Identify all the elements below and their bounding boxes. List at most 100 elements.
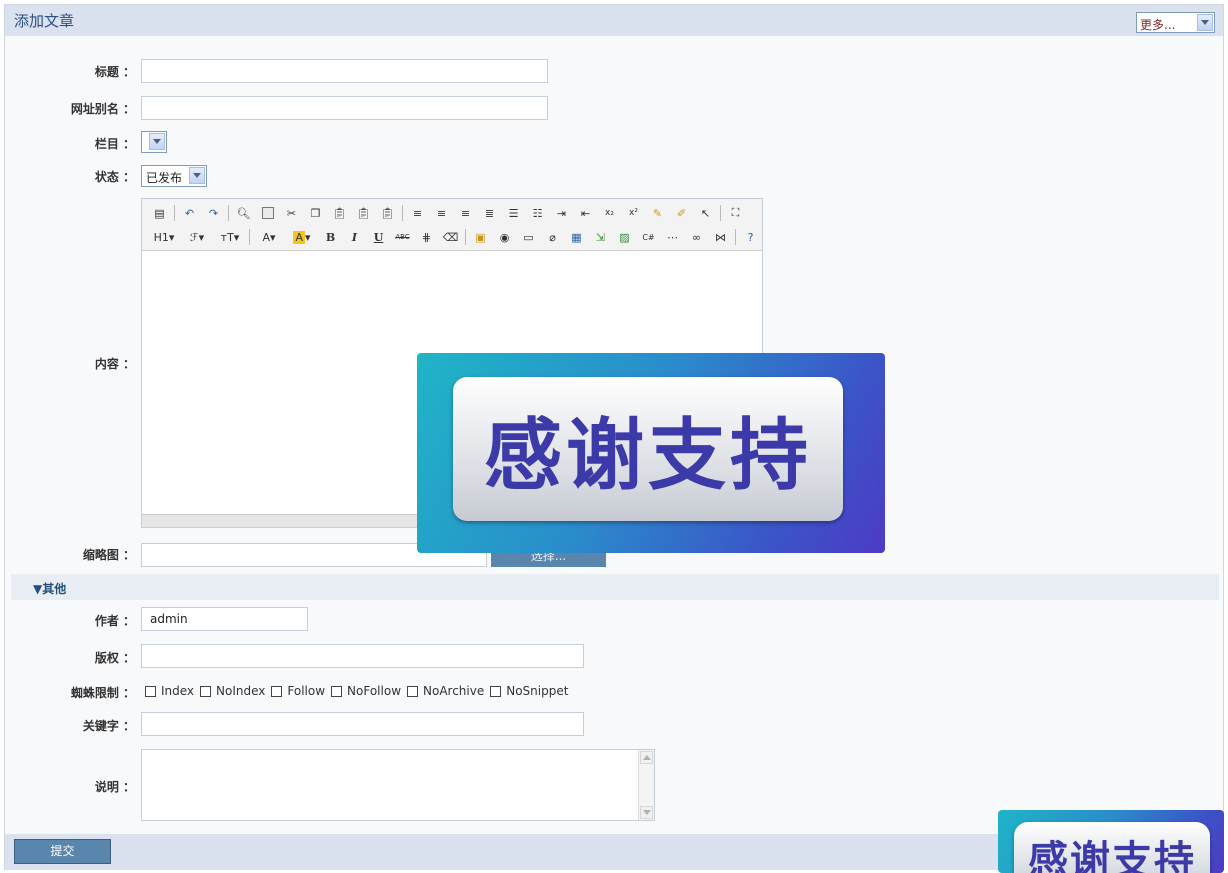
font-family-select[interactable]: ℱ ▾ bbox=[183, 228, 211, 246]
size-label: тT bbox=[220, 230, 234, 244]
checkbox[interactable] bbox=[490, 685, 502, 697]
textarea-scrollbar[interactable] bbox=[638, 750, 654, 820]
checkbox[interactable] bbox=[271, 685, 283, 697]
unordered-list-icon[interactable]: ☷ bbox=[528, 204, 547, 222]
outdent-icon[interactable]: ⇤ bbox=[576, 204, 595, 222]
checkbox[interactable] bbox=[407, 685, 419, 697]
content-label: 内容 ： bbox=[94, 357, 135, 371]
toolbar-row-2: H1 ▾ ℱ ▾ тT ▾ A ▾ A ▾ B I U ABC ⋕ ⌫ ▣ ◉ ▭ ⌀ ▦… bbox=[150, 226, 760, 248]
chevron-down-icon[interactable] bbox=[1197, 14, 1213, 31]
heading-select[interactable]: H1 ▾ bbox=[150, 228, 178, 246]
checkbox-label: NoSnippet bbox=[506, 684, 569, 698]
submit-button[interactable]: 提交 bbox=[14, 839, 111, 864]
insert-row-icon[interactable]: ⇲ bbox=[591, 228, 610, 246]
italic-button[interactable]: I bbox=[345, 228, 364, 246]
superscript-icon[interactable]: x² bbox=[624, 204, 643, 222]
font-color-button[interactable]: A ▾ bbox=[255, 228, 283, 246]
attachment-icon[interactable]: ⌀ bbox=[543, 228, 562, 246]
spider-option-index[interactable]: Index bbox=[145, 684, 194, 698]
bold-button[interactable]: B bbox=[321, 228, 340, 246]
paste-text-icon[interactable]: 📋︎ bbox=[354, 204, 373, 222]
ordered-list-icon[interactable]: ☰ bbox=[504, 204, 523, 222]
keywords-input[interactable] bbox=[141, 712, 584, 736]
eraser-icon[interactable]: ⌫ bbox=[441, 228, 460, 246]
page-title: 添加文章 bbox=[14, 12, 75, 30]
redo-icon[interactable]: ↷ bbox=[204, 204, 223, 222]
chevron-down-icon[interactable] bbox=[189, 167, 205, 184]
toolbar-separator bbox=[735, 229, 736, 245]
checkbox-label: NoArchive bbox=[423, 684, 485, 698]
spider-option-nofollow[interactable]: NoFollow bbox=[331, 684, 401, 698]
align-justify-icon[interactable]: ≣ bbox=[480, 204, 499, 222]
toolbar-separator bbox=[720, 205, 721, 221]
cursor-icon[interactable]: ↖ bbox=[696, 204, 715, 222]
align-left-icon[interactable]: ≡ bbox=[408, 204, 427, 222]
align-center-icon[interactable]: ≡ bbox=[432, 204, 451, 222]
status-select[interactable]: 已发布 bbox=[141, 165, 207, 187]
page-break-icon[interactable]: ⋯ bbox=[663, 228, 682, 246]
font-label: ℱ bbox=[189, 230, 199, 244]
horizontal-rule-icon[interactable]: ⋕ bbox=[417, 228, 436, 246]
spider-option-noindex[interactable]: NoIndex bbox=[200, 684, 265, 698]
fullscreen-icon[interactable]: ⛶ bbox=[726, 204, 745, 222]
support-banner-text: 感谢支持 bbox=[483, 411, 812, 501]
flash-icon[interactable]: ◉ bbox=[495, 228, 514, 246]
spider-options: Index NoIndex Follow NoFollow NoArchive … bbox=[145, 684, 574, 698]
scroll-up-icon[interactable] bbox=[640, 751, 653, 764]
help-icon[interactable]: ? bbox=[741, 228, 760, 246]
select-all-icon[interactable]: ✐ bbox=[672, 204, 691, 222]
more-select[interactable]: 更多... bbox=[1136, 12, 1215, 33]
strikethrough-button[interactable]: ABC bbox=[393, 228, 412, 246]
checkbox-label: NoIndex bbox=[216, 684, 266, 698]
image-icon[interactable]: ▣ bbox=[471, 228, 490, 246]
other-section-toggle[interactable]: ▼其他 bbox=[33, 580, 66, 597]
align-right-icon[interactable]: ≡ bbox=[456, 204, 475, 222]
spider-label: 蜘蛛限制 ： bbox=[70, 686, 135, 700]
link-icon[interactable]: ∞ bbox=[687, 228, 706, 246]
spider-option-nosnippet[interactable]: NoSnippet bbox=[490, 684, 568, 698]
spider-option-noarchive[interactable]: NoArchive bbox=[407, 684, 484, 698]
checkbox-label: Follow bbox=[287, 684, 326, 698]
checkbox[interactable] bbox=[145, 685, 156, 697]
spider-option-follow[interactable]: Follow bbox=[271, 684, 325, 698]
cut-icon[interactable]: ✂ bbox=[282, 204, 301, 222]
template-icon[interactable] bbox=[258, 204, 277, 222]
copyright-input[interactable] bbox=[141, 644, 584, 668]
page-header: 添加文章 更多... bbox=[5, 5, 1223, 36]
chevron-down-icon[interactable] bbox=[149, 133, 165, 150]
font-size-select[interactable]: тT ▾ bbox=[216, 228, 244, 246]
checkbox[interactable] bbox=[200, 685, 212, 697]
scroll-down-icon[interactable] bbox=[640, 806, 653, 819]
checkbox[interactable] bbox=[331, 685, 343, 697]
source-icon[interactable]: ▤ bbox=[150, 204, 169, 222]
subscript-icon[interactable]: x₂ bbox=[600, 204, 619, 222]
paste-icon[interactable]: 📋︎ bbox=[330, 204, 349, 222]
support-banner-plate: 感谢支持 bbox=[453, 377, 843, 521]
table-icon[interactable]: ▦ bbox=[567, 228, 586, 246]
description-label: 说明 ： bbox=[94, 780, 135, 794]
toolbar-separator bbox=[249, 229, 250, 245]
paste-word-icon[interactable]: 📋︎ bbox=[378, 204, 397, 222]
picture-icon[interactable]: ▨ bbox=[615, 228, 634, 246]
undo-icon[interactable]: ↶ bbox=[180, 204, 199, 222]
bgcolor-label: A bbox=[293, 230, 305, 244]
highlight-color-button[interactable]: A ▾ bbox=[288, 228, 316, 246]
copy-icon[interactable]: ❐ bbox=[306, 204, 325, 222]
author-input[interactable]: admin bbox=[141, 607, 308, 631]
title-input[interactable] bbox=[141, 59, 548, 83]
description-textarea[interactable] bbox=[141, 749, 655, 821]
category-select[interactable] bbox=[141, 131, 167, 153]
indent-icon[interactable]: ⇥ bbox=[552, 204, 571, 222]
support-banner: 感谢支持 bbox=[417, 353, 885, 553]
code-icon[interactable]: C# bbox=[639, 228, 658, 246]
unlink-icon[interactable]: ⋈ bbox=[711, 228, 730, 246]
slug-input[interactable] bbox=[141, 96, 548, 120]
preview-icon[interactable]: 🔍︎ bbox=[234, 204, 253, 222]
underline-button[interactable]: U bbox=[369, 228, 388, 246]
toolbar-row-1: ▤ ↶ ↷ 🔍︎ ✂ ❐ 📋︎ 📋︎ 📋︎ ≡ ≡ ≡ ≣ ☰ ☷ ⇥ ⇤ x₂… bbox=[150, 202, 745, 224]
author-value: admin bbox=[150, 612, 188, 626]
media-icon[interactable]: ▭ bbox=[519, 228, 538, 246]
checkbox-label: NoFollow bbox=[347, 684, 402, 698]
clear-format-icon[interactable]: ✎ bbox=[648, 204, 667, 222]
other-section-header[interactable]: ▼其他 bbox=[11, 574, 1219, 600]
